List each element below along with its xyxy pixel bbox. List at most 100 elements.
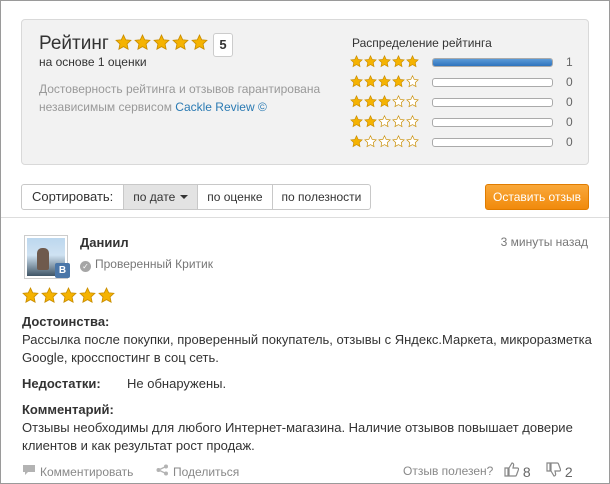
star-empty-icon xyxy=(378,135,391,148)
star-filled-icon xyxy=(60,287,77,303)
comment-label: Комментарий: xyxy=(22,402,114,417)
star-empty-icon xyxy=(406,75,419,88)
comment-action-label: Комментировать xyxy=(40,465,134,479)
star-empty-icon xyxy=(364,135,377,148)
star-filled-icon xyxy=(134,34,151,50)
share-action-label: Поделиться xyxy=(173,465,240,479)
pros-label: Достоинства: xyxy=(22,314,110,329)
star-empty-icon xyxy=(392,135,405,148)
star-empty-icon xyxy=(392,95,405,108)
star-filled-icon xyxy=(364,75,377,88)
share-action[interactable]: Поделиться xyxy=(156,464,239,479)
star-empty-icon xyxy=(378,115,391,128)
star-filled-icon xyxy=(378,55,391,68)
star-filled-icon xyxy=(392,55,405,68)
star-filled-icon xyxy=(364,95,377,108)
star-filled-icon xyxy=(191,34,208,50)
distribution-bar xyxy=(432,58,553,67)
distribution-row-1[interactable]: 0 xyxy=(350,135,580,151)
star-filled-icon xyxy=(22,287,39,303)
rating-score-badge: 5 xyxy=(213,33,233,57)
cons-text: Не обнаружены. xyxy=(127,376,227,391)
sort-by-rating-button[interactable]: по оценке xyxy=(198,185,273,209)
distribution-row-2[interactable]: 0 xyxy=(350,115,580,131)
distribution-stars xyxy=(350,95,419,110)
distribution-count: 0 xyxy=(566,75,573,89)
star-filled-icon xyxy=(406,55,419,68)
star-filled-icon xyxy=(392,75,405,88)
distribution-row-5[interactable]: 1 xyxy=(350,55,580,71)
star-filled-icon xyxy=(350,55,363,68)
guarantee-text: Достоверность рейтинга и отзывов гаранти… xyxy=(39,80,339,116)
check-circle-icon: ✓ xyxy=(80,261,91,272)
divider xyxy=(1,217,609,218)
verified-label: Проверенный Критик xyxy=(95,257,213,271)
thumbs-down-icon xyxy=(546,462,565,480)
comment-text: Отзывы необходимы для любого Интернет-ма… xyxy=(22,420,573,453)
distribution-stars xyxy=(350,55,419,70)
distribution-stars xyxy=(350,75,419,90)
star-empty-icon xyxy=(406,95,419,108)
star-filled-icon xyxy=(350,135,363,148)
star-filled-icon xyxy=(350,75,363,88)
star-filled-icon xyxy=(378,75,391,88)
star-empty-icon xyxy=(406,135,419,148)
cons-label: Недостатки: xyxy=(22,376,101,391)
review-author[interactable]: Даниил xyxy=(80,235,129,250)
distribution-bar xyxy=(432,98,553,107)
star-filled-icon xyxy=(350,95,363,108)
star-filled-icon xyxy=(350,115,363,128)
distribution-title: Распределение рейтинга xyxy=(352,36,492,50)
distribution-bar xyxy=(432,138,553,147)
comment-action[interactable]: Комментировать xyxy=(22,464,133,479)
sort-controls: Сортировать: по дате по оценке по полезн… xyxy=(21,184,372,210)
star-filled-icon xyxy=(378,95,391,108)
dislike-button[interactable]: 2 xyxy=(546,462,573,480)
rating-count-text: на основе 1 оценки xyxy=(39,55,147,69)
like-count: 8 xyxy=(522,464,531,480)
review-time: 3 минуты назад xyxy=(500,235,588,249)
distribution-bar xyxy=(432,78,553,87)
write-review-button[interactable]: Оставить отзыв xyxy=(485,184,589,210)
star-filled-icon xyxy=(153,34,170,50)
distribution-count: 0 xyxy=(566,115,573,129)
distribution-stars xyxy=(350,135,419,150)
review-stars xyxy=(22,287,115,304)
distribution-count: 0 xyxy=(566,95,573,109)
star-filled-icon xyxy=(98,287,115,303)
verified-critic-status: ✓ Проверенный Критик xyxy=(80,257,213,272)
cackle-review-link[interactable]: Cackle Review © xyxy=(175,100,267,114)
share-icon xyxy=(156,464,169,479)
comment-icon xyxy=(22,464,36,479)
reviews-widget: Рейтинг 5 на основе 1 оценки Достовернос… xyxy=(0,0,610,484)
distribution-row-4[interactable]: 0 xyxy=(350,75,580,91)
rating-stars xyxy=(115,34,208,51)
sort-label: Сортировать: xyxy=(22,185,125,209)
pros-text: Рассылка после покупки, проверенный поку… xyxy=(22,332,592,365)
sort-by-helpfulness-button[interactable]: по полезности xyxy=(273,185,371,209)
avatar-person xyxy=(37,248,49,270)
sort-by-date-label: по дате xyxy=(133,190,176,204)
star-filled-icon xyxy=(79,287,96,303)
like-button[interactable]: 8 xyxy=(504,462,531,480)
dislike-count: 2 xyxy=(564,464,573,480)
star-filled-icon xyxy=(364,55,377,68)
star-empty-icon xyxy=(392,115,405,128)
distribution-bar-fill xyxy=(433,59,552,66)
rating-summary: Рейтинг 5 на основе 1 оценки Достовернос… xyxy=(21,19,589,165)
rating-title: Рейтинг xyxy=(39,33,109,54)
star-filled-icon xyxy=(364,115,377,128)
star-filled-icon xyxy=(172,34,189,50)
sort-by-date-button[interactable]: по дате xyxy=(124,185,199,209)
distribution-bar xyxy=(432,118,553,127)
chevron-down-icon xyxy=(180,195,189,199)
vk-badge-icon: В xyxy=(55,263,70,278)
distribution-row-3[interactable]: 0 xyxy=(350,95,580,111)
thumbs-up-icon xyxy=(504,462,523,480)
distribution-count: 0 xyxy=(566,135,573,149)
distribution-stars xyxy=(350,115,419,130)
distribution-count: 1 xyxy=(566,55,573,69)
star-empty-icon xyxy=(406,115,419,128)
star-filled-icon xyxy=(115,34,132,50)
helpful-question: Отзыв полезен? xyxy=(403,464,494,478)
